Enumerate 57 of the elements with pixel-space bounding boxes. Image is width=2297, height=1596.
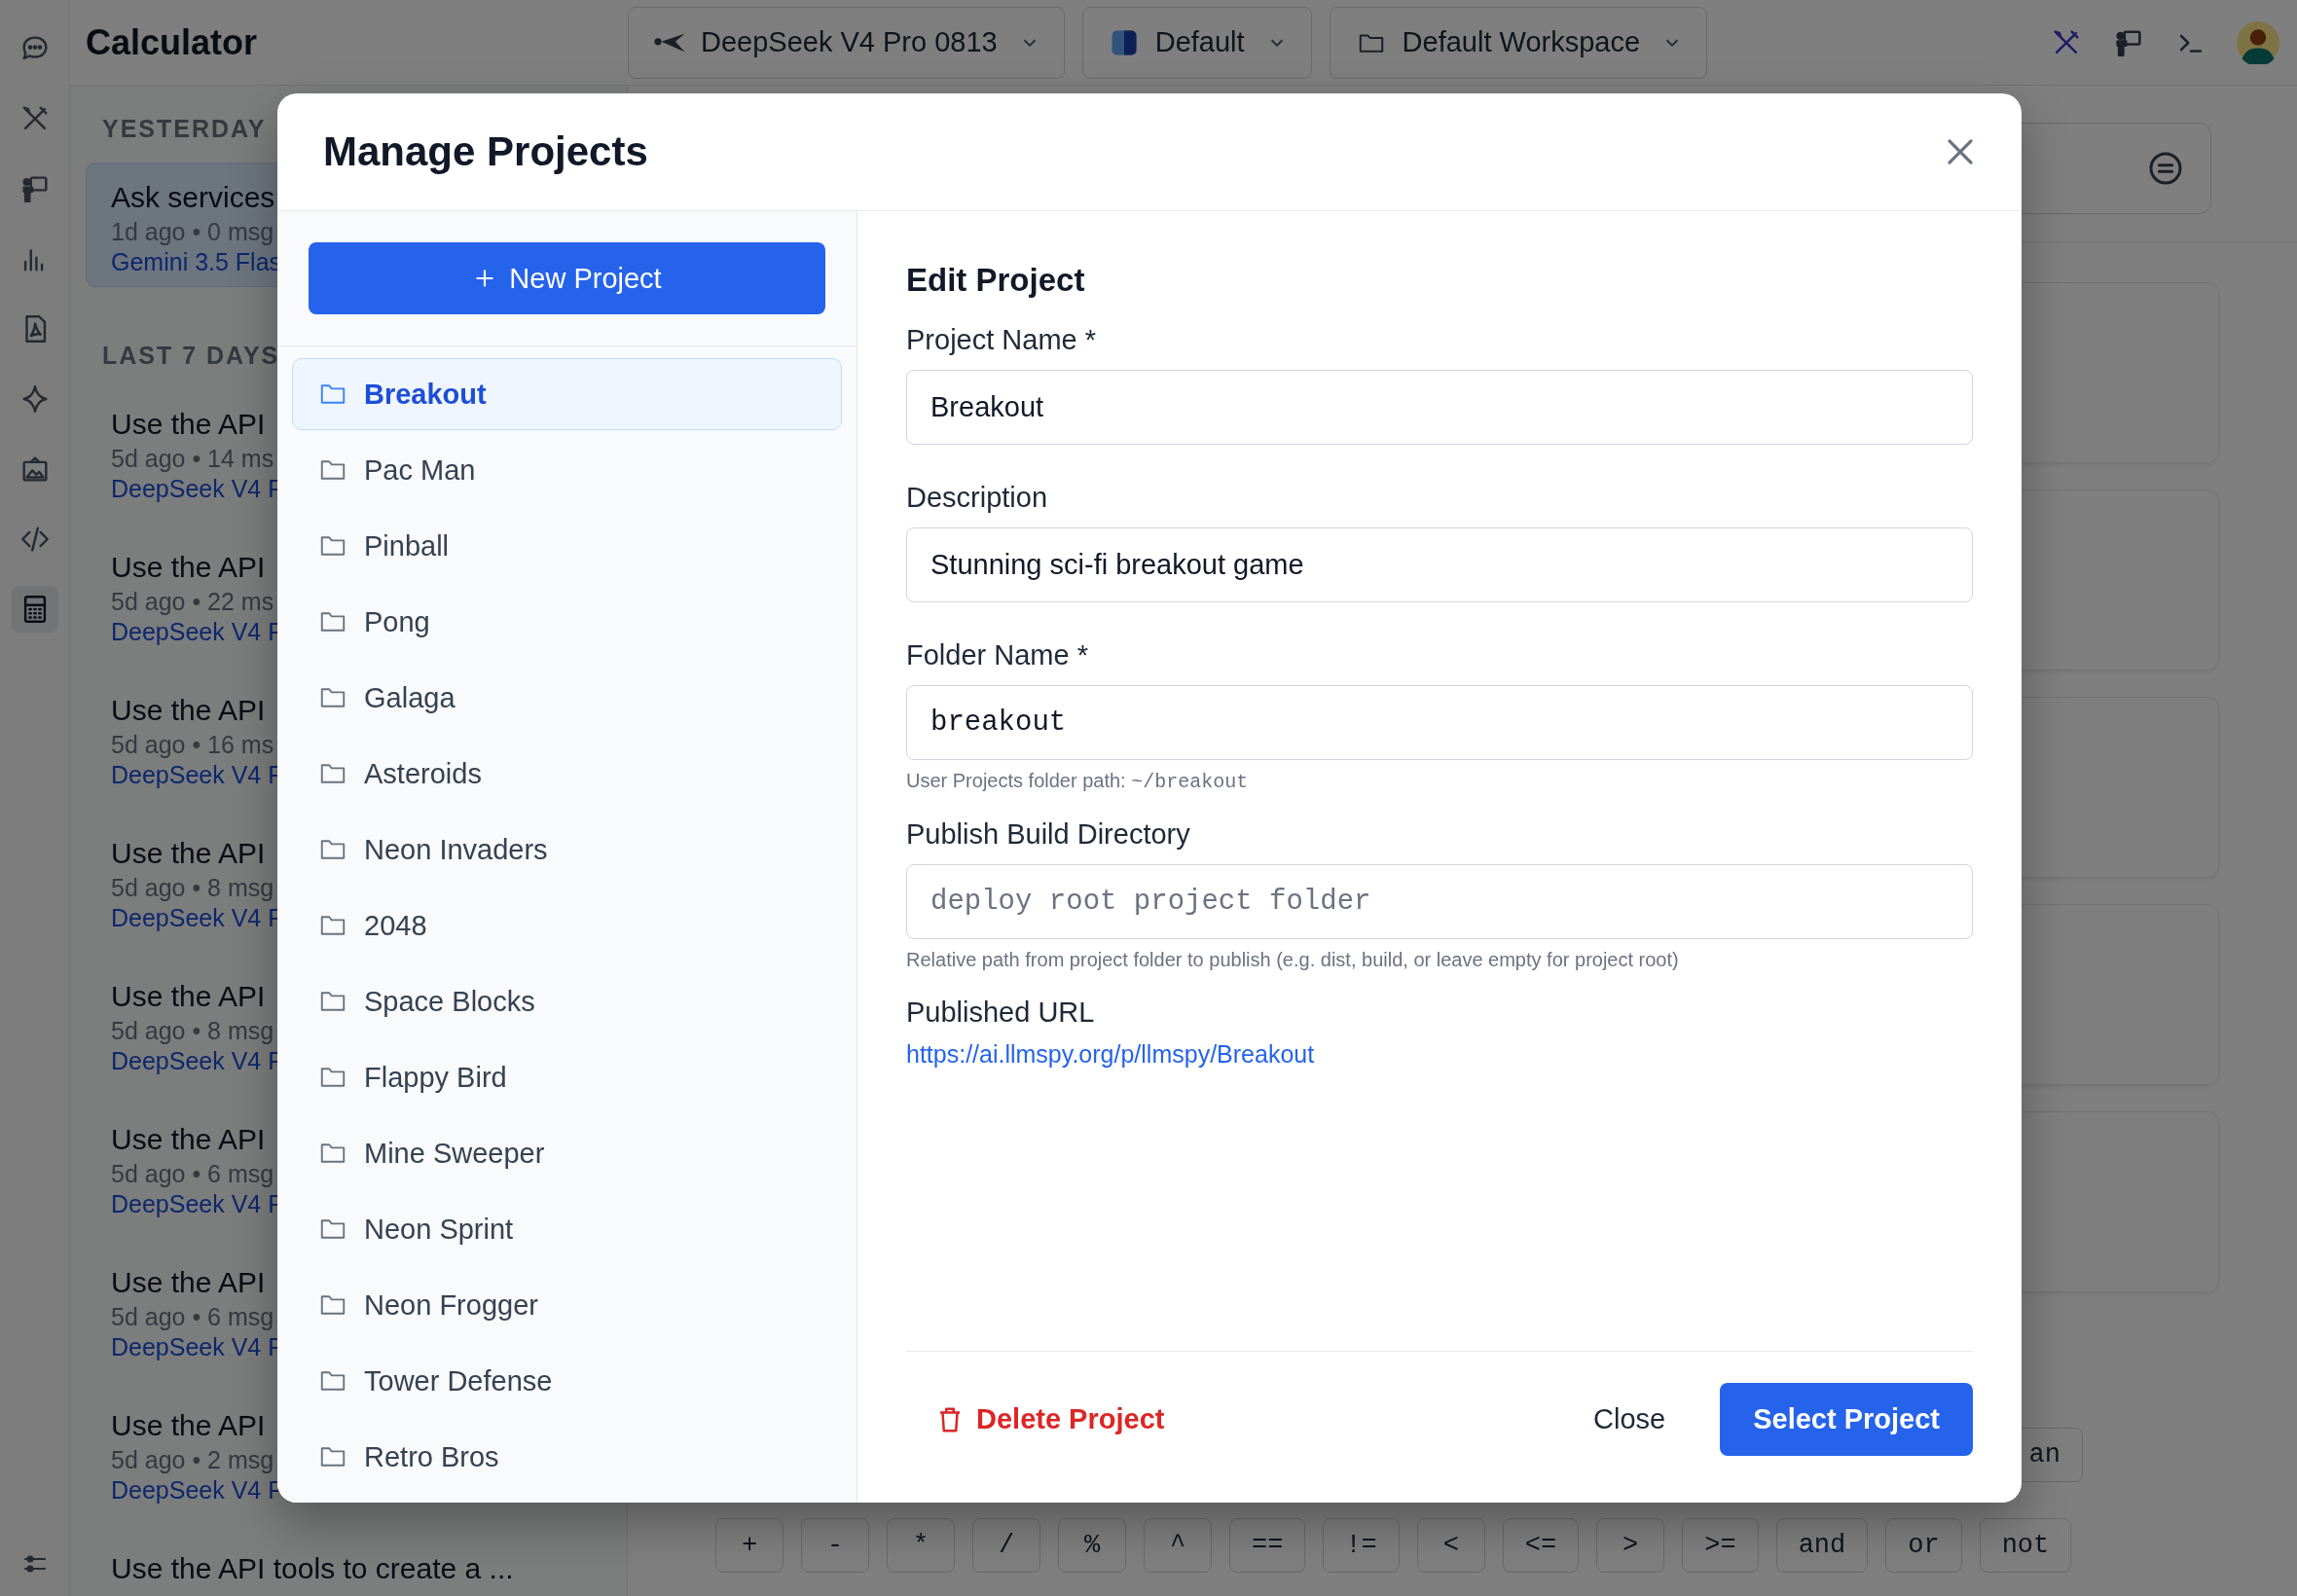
- project-item[interactable]: 2048: [292, 889, 842, 961]
- workspace-dropdown[interactable]: Default Workspace: [1329, 6, 1708, 79]
- project-item[interactable]: Neon Invaders: [292, 814, 842, 886]
- field-label: Publish Build Directory: [906, 818, 1191, 851]
- profile-dropdown[interactable]: Default: [1081, 6, 1312, 79]
- operator-key[interactable]: *: [887, 1518, 955, 1573]
- delete-project-button[interactable]: Delete Project: [906, 1383, 1194, 1456]
- project-item[interactable]: Space Blocks: [292, 965, 842, 1037]
- project-item[interactable]: Mine Sweeper: [292, 1117, 842, 1189]
- project-item[interactable]: Pong: [292, 586, 842, 658]
- close-button[interactable]: Close: [1558, 1383, 1701, 1456]
- operator-key[interactable]: and: [1775, 1518, 1869, 1573]
- section-heading: LAST 7 DAYS: [101, 342, 281, 370]
- app-title: Calculator: [85, 21, 259, 63]
- input-field[interactable]: deploy root project folder: [906, 864, 1973, 939]
- field-label: Folder Name *: [906, 639, 1089, 671]
- avatar[interactable]: [2237, 20, 2279, 64]
- select-project-button[interactable]: Select Project: [1720, 1383, 1973, 1456]
- project-item[interactable]: Pinball: [292, 510, 842, 582]
- operator-key[interactable]: <=: [1502, 1518, 1580, 1573]
- operator-key[interactable]: or: [1885, 1518, 1962, 1573]
- project-item[interactable]: Asteroids: [292, 738, 842, 810]
- field-label: Project Name *: [906, 324, 1097, 356]
- operator-key[interactable]: -: [801, 1518, 869, 1573]
- project-item[interactable]: Flappy Bird: [292, 1041, 842, 1113]
- field-label: Description: [906, 482, 1049, 514]
- dialog-title: Manage Projects: [323, 128, 648, 175]
- hint-text: Relative path from project folder to publish (e.g. dist, build, or leave empty for project root): [906, 949, 1680, 971]
- project-item[interactable]: Neon Frogger: [292, 1269, 842, 1341]
- input-field[interactable]: breakout: [906, 685, 1973, 760]
- input-field[interactable]: Breakout: [906, 370, 1973, 445]
- form-heading: Edit Project: [906, 262, 1086, 299]
- operator-key[interactable]: !=: [1323, 1518, 1400, 1573]
- published-url-link[interactable]: https://ai.llmspy.org/p/llmspy/Breakout: [906, 1040, 1315, 1069]
- operator-key[interactable]: >: [1596, 1518, 1665, 1573]
- calculator-icon[interactable]: [11, 586, 58, 633]
- project-item[interactable]: Breakout: [292, 358, 842, 430]
- operator-key[interactable]: ^: [1144, 1518, 1212, 1573]
- project-item[interactable]: Tower Defense: [292, 1345, 842, 1417]
- operator-key[interactable]: /: [972, 1518, 1040, 1573]
- operator-key[interactable]: +: [715, 1518, 784, 1573]
- operator-key[interactable]: >=: [1682, 1518, 1759, 1573]
- operator-key[interactable]: %: [1058, 1518, 1126, 1573]
- section-heading: YESTERDAY: [101, 115, 268, 143]
- input-field[interactable]: Stunning sci-fi breakout game: [906, 527, 1973, 602]
- model-dropdown[interactable]: DeepSeek V4 Pro 0813: [628, 6, 1065, 79]
- operator-key[interactable]: not: [1979, 1518, 2072, 1573]
- project-item[interactable]: Galaga: [292, 662, 842, 734]
- hint-text: User Projects folder path: ~/breakout: [906, 770, 1250, 793]
- project-item[interactable]: Pac Man: [292, 434, 842, 506]
- field-label: Published URL: [906, 997, 1096, 1029]
- operator-key[interactable]: <: [1416, 1518, 1485, 1573]
- project-item[interactable]: Neon Sprint: [292, 1193, 842, 1265]
- chat-item[interactable]: Use the API tools to create a ...: [86, 1534, 611, 1596]
- new-project-button[interactable]: New Project: [309, 242, 825, 314]
- project-item[interactable]: Retro Bros: [292, 1421, 842, 1493]
- operator-key[interactable]: ==: [1229, 1518, 1306, 1573]
